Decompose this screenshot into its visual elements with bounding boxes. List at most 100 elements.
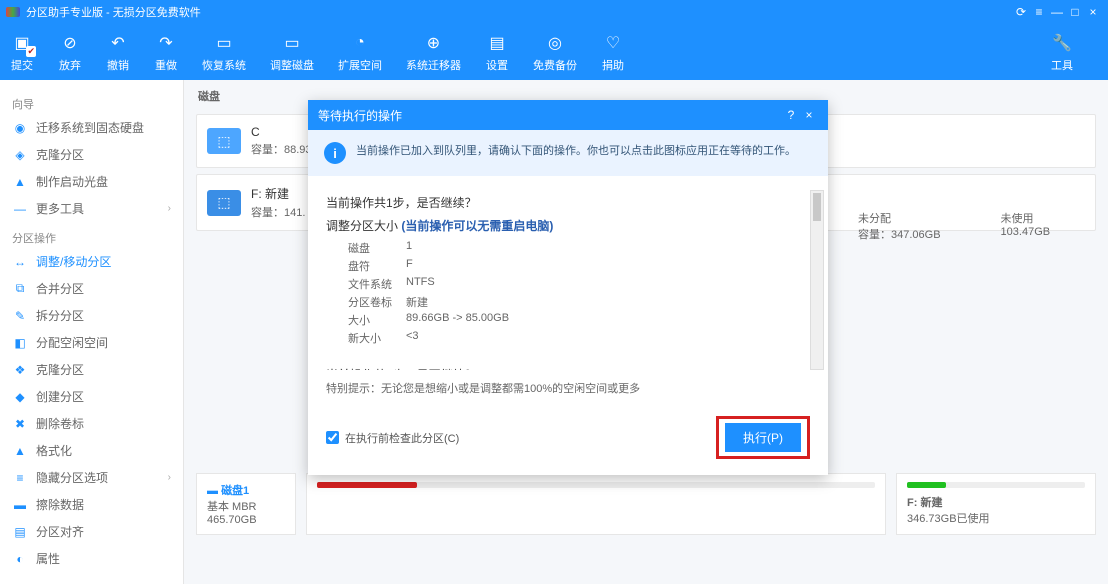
sidebar-item-label: 调整/移动分区 — [36, 253, 111, 270]
prop-icon: ◐ — [12, 551, 28, 567]
merge-icon: ⧉ — [12, 281, 28, 297]
menu-icon[interactable]: ≡ — [1030, 5, 1048, 19]
chevron-right-icon: › — [168, 203, 171, 214]
settings-button[interactable]: ▤设置 — [485, 31, 509, 73]
refresh-icon[interactable]: ⟳ — [1012, 5, 1030, 19]
donate-button[interactable]: ♡捐助 — [601, 31, 625, 73]
discard-button[interactable]: ⊘放弃 — [58, 31, 82, 73]
align-icon: ▤ — [12, 524, 28, 540]
create-icon: ◆ — [12, 389, 28, 405]
drive-name: C — [251, 125, 312, 139]
undo-button[interactable]: ↶撤销 — [106, 31, 130, 73]
dialog-info-text: 当前操作已加入到队列里，请确认下面的操作。你也可以点击此图标应用正在等待的工作。 — [356, 142, 812, 158]
disk-map-f[interactable]: F: 新建 346.73GB已使用 — [896, 473, 1096, 535]
check-before-exec-checkbox[interactable] — [326, 431, 339, 444]
sidebar-item-more-tools[interactable]: —更多工具› — [0, 195, 183, 222]
upgrade-button[interactable]: ◎免费备份 — [533, 31, 577, 73]
sidebar-item-label: 格式化 — [36, 442, 72, 459]
sidebar-item-label: 分配空闲空间 — [36, 334, 108, 351]
sidebar-item-label: 隐藏分区选项 — [36, 469, 108, 486]
clone-button[interactable]: ▭调整磁盘 — [270, 31, 314, 73]
pie-icon: ◔ — [348, 31, 372, 55]
sidebar-item-migrate-os[interactable]: ◉ 迁移系统到固态硬盘 — [0, 114, 183, 141]
cd-icon: ▲ — [12, 174, 28, 190]
sidebar-item-align[interactable]: ▤分区对齐 — [0, 518, 183, 545]
minimize-button[interactable]: — — [1048, 5, 1066, 19]
execute-button[interactable]: 执行(P) — [725, 423, 801, 452]
redo-button[interactable]: ↷重做 — [154, 31, 178, 73]
backup-button[interactable]: ▭恢复系统 — [202, 31, 246, 73]
resize-button[interactable]: ◔扩展空间 — [338, 31, 382, 73]
migrate-button[interactable]: ⊕系统迁移器 — [406, 31, 461, 73]
sidebar-item-resize[interactable]: ↔调整/移动分区 — [0, 248, 183, 275]
unused-cap: 103.47GB — [1001, 226, 1051, 238]
sidebar-item-wipe[interactable]: ▬ 擦除数据 — [0, 491, 183, 518]
redo-icon: ↷ — [154, 31, 178, 55]
kv-key: 分区卷标 — [326, 294, 406, 310]
kv-val: NTFS — [406, 276, 435, 292]
sidebar-item-bootdisc[interactable]: ▲ 制作启动光盘 — [0, 168, 183, 195]
maximize-button[interactable]: □ — [1066, 5, 1084, 19]
sidebar-item-delete[interactable]: ✖删除卷标 — [0, 410, 183, 437]
drive-capacity: 容量：88.93 — [251, 141, 312, 157]
drive-capacity: 容量：141. — [251, 204, 305, 220]
sidebar-item-label: 合并分区 — [36, 280, 84, 297]
chevron-right-icon: › — [168, 472, 171, 483]
dialog-info-banner: i 当前操作已加入到队列里，请确认下面的操作。你也可以点击此图标应用正在等待的工… — [308, 130, 828, 176]
kv-key: 大小 — [326, 312, 406, 328]
disk-map-main[interactable] — [306, 473, 886, 535]
check-before-exec[interactable]: 在执行前检查此分区(C) — [326, 430, 459, 446]
dialog-help-button[interactable]: ? — [782, 108, 800, 122]
sidebar-group-wizard: 向导 — [0, 94, 183, 114]
disk-icon: ◉ — [12, 120, 28, 136]
sidebar-item-properties[interactable]: ◐属性 — [0, 545, 183, 572]
right-summary: 未分配 容量：347.06GB 未使用 103.47GB — [858, 210, 1098, 242]
tools-button[interactable]: 🔧工具 — [1050, 31, 1074, 73]
layers-icon: ▤ — [485, 31, 509, 55]
plus-icon: ⊕ — [422, 31, 446, 55]
drive-icon: ⬚ — [207, 128, 241, 154]
sidebar-item-clone[interactable]: ❖克隆分区 — [0, 356, 183, 383]
disk-summary[interactable]: ▬ 磁盘1 基本 MBR 465.70GB — [196, 473, 296, 535]
sidebar-item-split[interactable]: ✎ 拆分分区 — [0, 302, 183, 329]
sidebar-item-format[interactable]: ▲格式化 — [0, 437, 183, 464]
section-1-title: 当前操作共1步，是否继续？ — [326, 194, 794, 211]
dialog-close-button[interactable]: × — [800, 108, 818, 122]
heart-icon: ♡ — [601, 31, 625, 55]
sidebar: 向导 ◉迁移系统到固态硬盘 ◈克隆分区 ▲制作启动光盘 —更多工具› 分区操作 … — [0, 80, 184, 584]
unused-label: 未使用 — [1001, 210, 1051, 226]
target-icon: ◎ — [543, 31, 567, 55]
kv-val: 89.66GB -> 85.00GB — [406, 312, 509, 328]
apply-button[interactable]: ▣提交 — [10, 31, 34, 73]
sidebar-item-create[interactable]: ◆创建分区 — [0, 383, 183, 410]
sidebar-item-merge[interactable]: ⧉ 合并分区 — [0, 275, 183, 302]
discard-icon: ⊘ — [58, 31, 82, 55]
pending-ops-dialog: 等待执行的操作 ? × i 当前操作已加入到队列里，请确认下面的操作。你也可以点… — [308, 100, 828, 475]
close-button[interactable]: × — [1084, 5, 1102, 19]
dialog-note: 特别提示：无论您是想缩小或是调整都需100%的空闲空间或更多 — [308, 376, 828, 406]
sidebar-item-label: 擦除数据 — [36, 496, 84, 513]
sidebar-item-hide[interactable]: ≡隐藏分区选项› — [0, 464, 183, 491]
sidebar-item-label: 制作启动光盘 — [36, 173, 108, 190]
apply-icon: ▣ — [10, 31, 34, 55]
backup-icon: ▭ — [212, 31, 236, 55]
sidebar-item-label: 拆分分区 — [36, 307, 84, 324]
split-icon: ✎ — [12, 308, 28, 324]
sidebar-item-label: 删除卷标 — [36, 415, 84, 432]
op-title-desc: (当前操作可以无需重启电脑) — [401, 219, 553, 233]
alloc-icon: ◧ — [12, 335, 28, 351]
app-title: 分区助手专业版 - 无损分区免费软件 — [26, 4, 201, 20]
sidebar-item-clone-partition[interactable]: ◈克隆分区 — [0, 141, 183, 168]
disk-map-row: ▬ 磁盘1 基本 MBR 465.70GB F: 新建 346.73GB已使用 — [196, 473, 1096, 535]
scrollbar-thumb[interactable] — [813, 193, 821, 221]
sidebar-item-label: 迁移系统到固态硬盘 — [36, 119, 144, 136]
wrench-icon: 🔧 — [1050, 31, 1074, 55]
wipe-icon: ▬ — [12, 497, 28, 513]
sidebar-item-label: 更多工具 — [36, 200, 84, 217]
scrollbar[interactable] — [810, 190, 824, 370]
sidebar-item-alloc[interactable]: ◧ 分配空闲空间 — [0, 329, 183, 356]
kv-key: 文件系统 — [326, 276, 406, 292]
drive-name: F: 新建 — [251, 185, 305, 202]
toolbar: ▣提交 ⊘放弃 ↶撤销 ↷重做 ▭恢复系统 ▭调整磁盘 ◔扩展空间 ⊕系统迁移器… — [0, 24, 1108, 80]
op-title: 调整分区大小 — [326, 219, 398, 233]
